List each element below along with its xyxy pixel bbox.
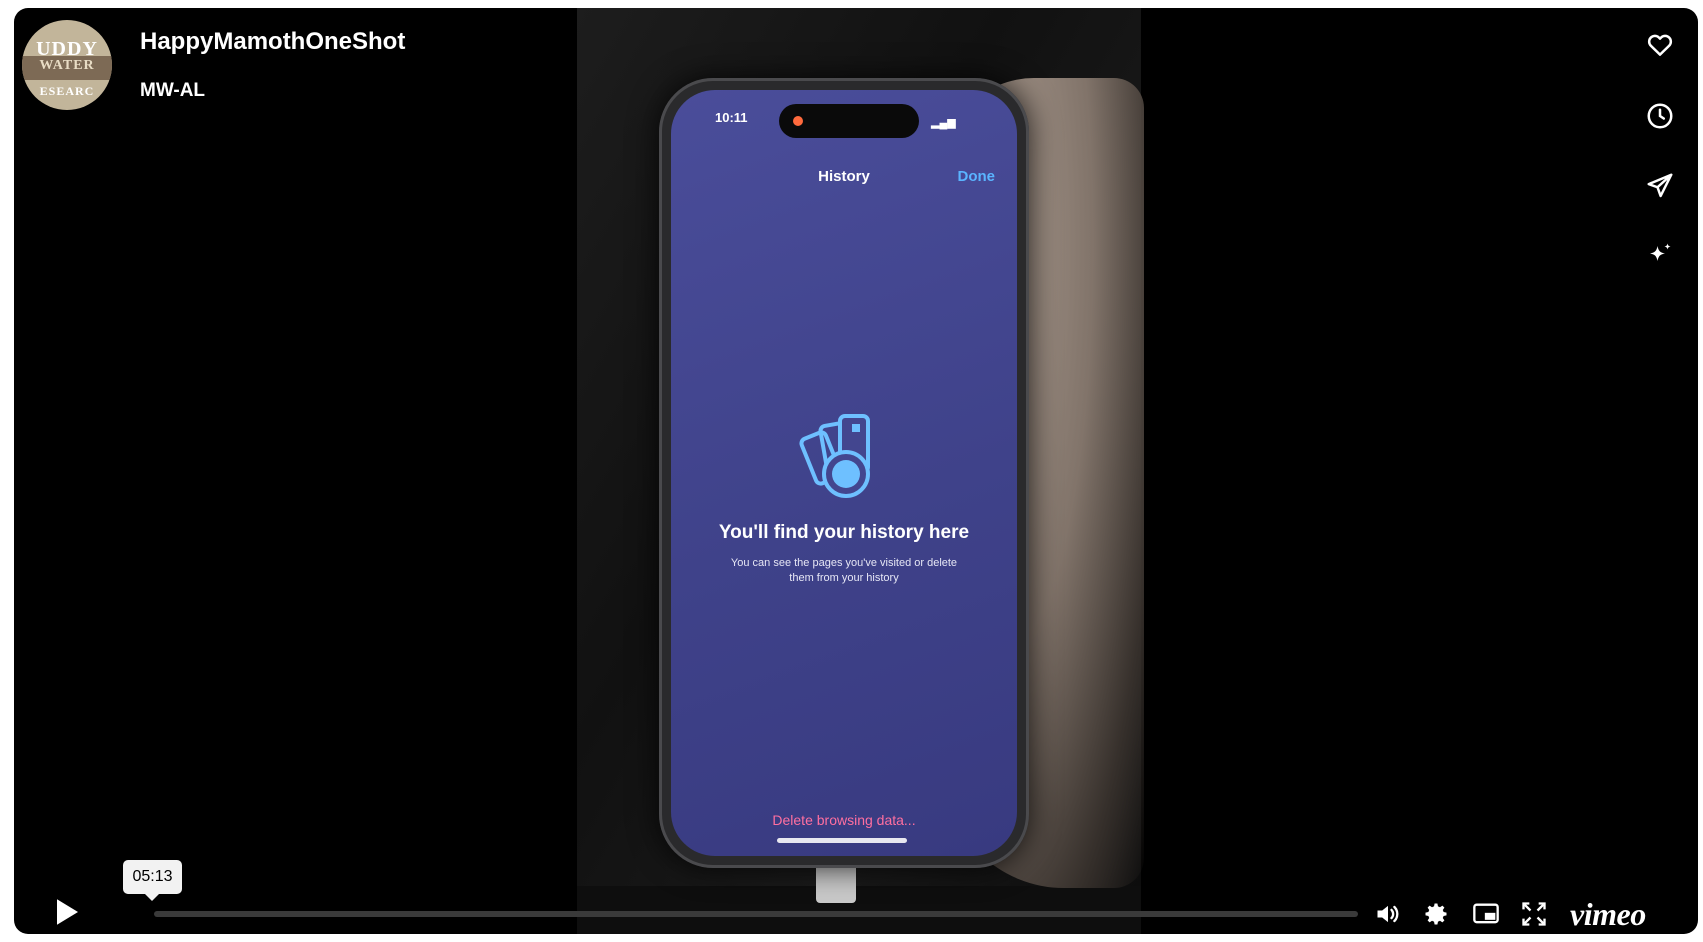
vimeo-logo-link[interactable]: vimeo — [1570, 896, 1646, 933]
picture-in-picture-button[interactable] — [1470, 898, 1502, 930]
dynamic-island — [779, 104, 919, 138]
share-button[interactable] — [1640, 166, 1680, 206]
record-indicator-icon — [793, 116, 803, 126]
delete-browsing-data-link: Delete browsing data... — [772, 812, 916, 828]
play-icon — [57, 899, 78, 925]
paper-plane-icon — [1647, 173, 1673, 198]
phone-in-video: 10:11 ▂▄▆ History Done You'll find your … — [659, 78, 1029, 868]
history-empty-icon — [799, 414, 870, 498]
video-title-link[interactable]: HappyMamothOneShot — [140, 28, 405, 56]
play-button[interactable] — [48, 894, 84, 930]
volume-icon — [1377, 905, 1399, 923]
clock-icon — [1647, 103, 1673, 129]
heart-icon — [1647, 34, 1673, 56]
ai-button[interactable] — [1640, 236, 1680, 276]
phone-screen: 10:11 ▂▄▆ History Done You'll find your … — [671, 90, 1017, 856]
avatar-text-3: ESEARC — [39, 84, 95, 98]
like-button[interactable] — [1640, 24, 1680, 64]
gear-icon — [1425, 903, 1447, 925]
fullscreen-button[interactable] — [1518, 898, 1550, 930]
watch-later-button[interactable] — [1640, 96, 1680, 136]
status-time: 10:11 — [715, 110, 748, 125]
charging-cable — [816, 863, 856, 903]
video-player[interactable]: 10:11 ▂▄▆ History Done You'll find your … — [14, 8, 1698, 934]
sparkle-icon — [1650, 243, 1671, 261]
volume-button[interactable] — [1372, 898, 1404, 930]
settings-button[interactable] — [1420, 898, 1452, 930]
empty-history-title: You'll find your history here — [718, 522, 970, 543]
fullscreen-icon — [1522, 902, 1546, 926]
time-tooltip: 05:13 — [123, 860, 182, 901]
home-indicator — [777, 838, 907, 843]
avatar-text-2: WATER — [39, 58, 95, 73]
done-button: Done — [957, 168, 996, 185]
empty-history-description: You can see the pages you've visited or … — [730, 557, 958, 584]
video-owner-link[interactable]: MW-AL — [140, 80, 205, 102]
progress-bar[interactable] — [154, 911, 1358, 917]
signal-icon: ▂▄▆ — [931, 117, 956, 129]
pip-icon — [1473, 903, 1499, 924]
channel-avatar[interactable]: UDDY WATER ESEARC — [22, 20, 112, 110]
